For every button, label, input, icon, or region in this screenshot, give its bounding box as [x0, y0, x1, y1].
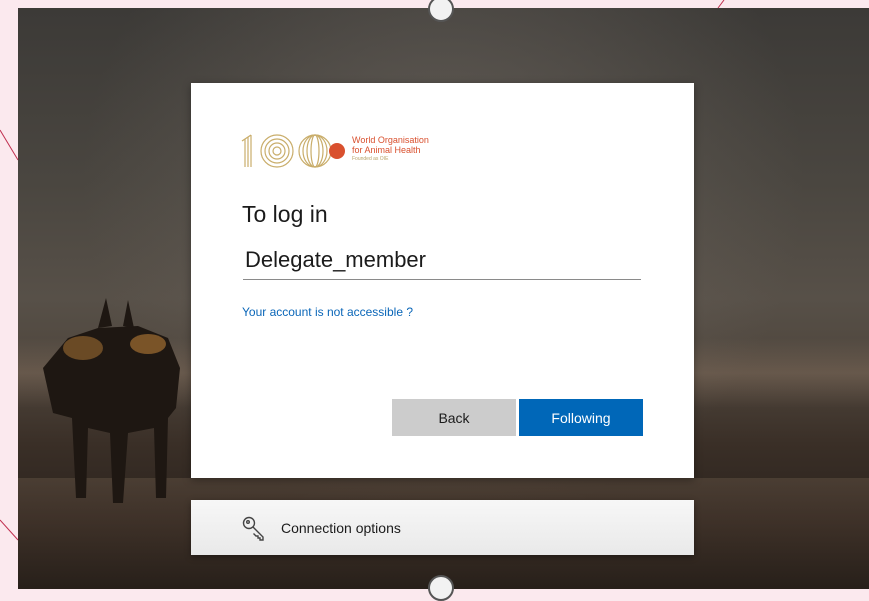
donkey-silhouette [43, 298, 180, 503]
page-title: To log in [242, 201, 328, 227]
back-button[interactable]: Back [392, 399, 516, 436]
desktop-background: World Organisation for Animal Health Fou… [18, 8, 869, 589]
connection-options-button[interactable]: Connection options [191, 500, 694, 555]
logo-org-line1: World Organisation [352, 135, 429, 145]
woah-logo-text: World Organisation for Animal Health Fou… [352, 135, 429, 163]
key-icon [242, 516, 264, 541]
connection-options-label: Connection options [281, 519, 401, 536]
next-button[interactable]: Following [519, 399, 643, 436]
woah-100-logo-icon [241, 134, 345, 168]
username-input[interactable] [243, 241, 641, 280]
sign-in-card: World Organisation for Animal Health Fou… [191, 83, 694, 478]
logo-org-line2: for Animal Health [352, 145, 421, 155]
logo-tagline: Founded as OIE [352, 156, 389, 162]
woah-logo: World Organisation for Animal Health Fou… [239, 131, 479, 171]
account-not-accessible-link[interactable]: Your account is not accessible ? [242, 305, 413, 319]
bottom-resize-handle[interactable] [428, 575, 454, 601]
